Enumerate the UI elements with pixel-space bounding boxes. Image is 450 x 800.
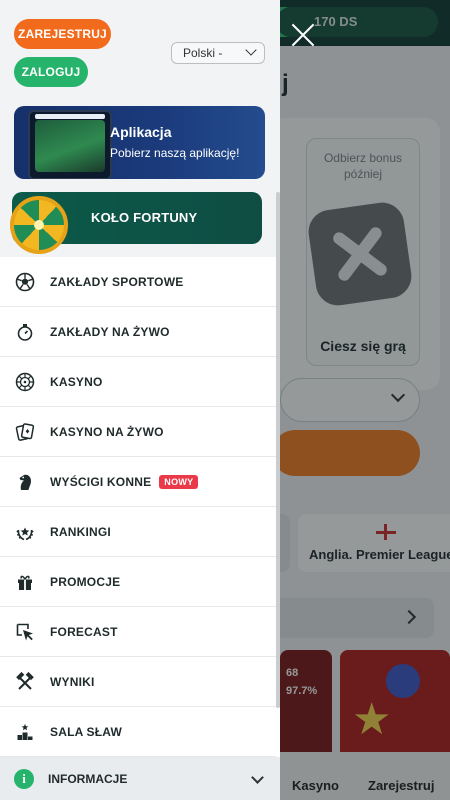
- menu-item-sports-betting[interactable]: ZAKŁADY SPORTOWE: [0, 257, 276, 307]
- stopwatch-icon: [14, 321, 36, 343]
- new-badge: NOWY: [159, 474, 199, 489]
- laurel-star-icon: [14, 521, 36, 543]
- gift-icon: [14, 571, 36, 593]
- menu-item-label: KASYNO: [50, 374, 103, 389]
- menu-item-rankings[interactable]: RANKINGI: [0, 507, 276, 557]
- phone-icon: [28, 110, 112, 179]
- main-menu: ZAKŁADY SPORTOWE ZAKŁADY NA ŻYWO KASYNO …: [0, 257, 276, 757]
- close-icon[interactable]: [290, 22, 316, 48]
- menu-item-label: PROMOCJE: [50, 574, 121, 589]
- menu-item-label: WYŚCIGI KONNE: [50, 474, 152, 489]
- menu-item-label: RANKINGI: [50, 524, 111, 539]
- information-section[interactable]: i INFORMACJE: [0, 757, 280, 800]
- roulette-icon: [14, 371, 36, 393]
- app-banner[interactable]: [14, 106, 265, 179]
- menu-item-label: WYNIKI: [50, 674, 95, 689]
- info-icon: i: [14, 768, 34, 789]
- menu-item-live-betting[interactable]: ZAKŁADY NA ŻYWO: [0, 307, 276, 357]
- register-button[interactable]: ZAREJESTRUJ: [14, 19, 111, 49]
- menu-item-label: ZAKŁADY NA ŻYWO: [50, 324, 170, 339]
- wheel-banner-title: KOŁO FORTUNY: [91, 210, 198, 225]
- menu-item-live-casino[interactable]: KASYNO NA ŻYWO: [0, 407, 276, 457]
- menu-item-hall-of-fame[interactable]: SALA SŁAW: [0, 707, 276, 757]
- cards-icon: [14, 421, 36, 443]
- cursor-icon: [14, 621, 36, 643]
- menu-item-results[interactable]: WYNIKI: [0, 657, 276, 707]
- horse-icon: [14, 471, 36, 493]
- menu-item-label: FORECAST: [50, 624, 118, 639]
- app-banner-title: Aplikacja: [110, 124, 172, 140]
- menu-item-promotions[interactable]: PROMOCJE: [0, 557, 276, 607]
- soccer-ball-icon: [14, 271, 36, 293]
- menu-item-horse-racing[interactable]: WYŚCIGI KONNE NOWY: [0, 457, 276, 507]
- menu-item-label: SALA SŁAW: [50, 724, 123, 739]
- menu-item-casino[interactable]: KASYNO: [0, 357, 276, 407]
- crossed-hammers-icon: [14, 671, 36, 693]
- side-drawer: ZAREJESTRUJ ZALOGUJ Polski - Aplikacja P…: [0, 0, 280, 800]
- menu-item-label: ZAKŁADY SPORTOWE: [50, 274, 184, 289]
- app-banner-subtitle: Pobierz naszą aplikację!: [110, 146, 240, 160]
- login-button[interactable]: ZALOGUJ: [14, 57, 88, 87]
- fortune-wheel-icon: [10, 196, 68, 254]
- menu-item-forecast[interactable]: FORECAST: [0, 607, 276, 657]
- information-label: INFORMACJE: [48, 771, 128, 786]
- drawer-scrollbar[interactable]: [276, 192, 280, 708]
- podium-icon: [14, 721, 36, 743]
- menu-item-label: KASYNO NA ŻYWO: [50, 424, 164, 439]
